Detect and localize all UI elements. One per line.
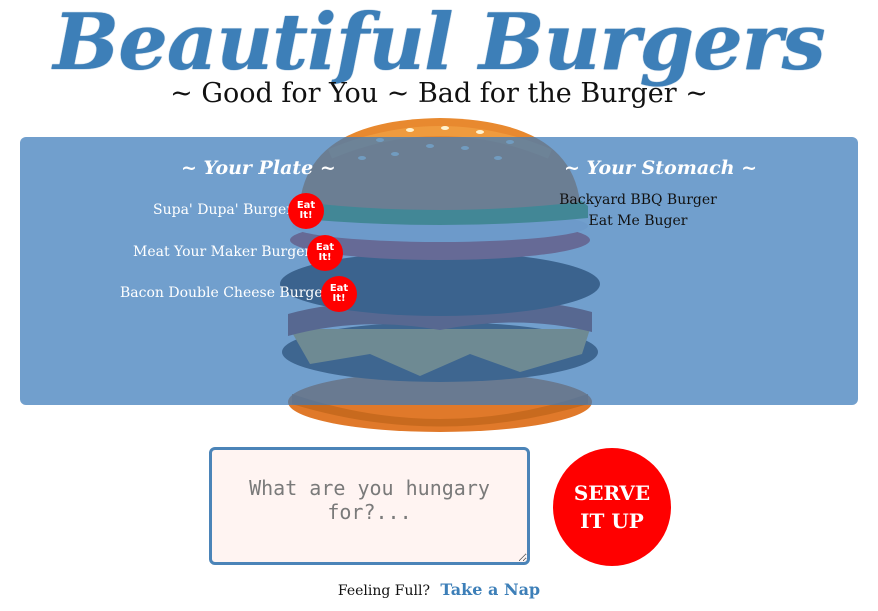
stomach-item: Backyard BBQ Burger [559,192,717,208]
plate-heading: ~ Your Plate ~ [181,157,336,179]
feeling-full-label: Feeling Full? [337,583,430,599]
burger-name-input[interactable] [209,447,530,565]
stomach-heading: ~ Your Stomach ~ [564,157,758,179]
stomach-item: Eat Me Buger [588,213,688,229]
plate-item-name: Supa' Dupa' Burger [153,202,293,218]
eat-it-button[interactable]: Eat It! [288,193,324,229]
page-title: Beautiful Burgers [53,0,825,88]
serve-it-up-button[interactable]: SERVE IT UP [553,448,671,566]
page-subtitle: ~ Good for You ~ Bad for the Burger ~ [170,78,708,109]
plate-item-name: Bacon Double Cheese Burger [120,285,330,301]
eat-it-button[interactable]: Eat It! [307,235,343,271]
plate-item-name: Meat Your Maker Burger [133,244,312,260]
eat-it-button[interactable]: Eat It! [321,276,357,312]
take-a-nap-link[interactable]: Take a Nap [440,580,540,599]
footer: Feeling Full? Take a Nap [0,580,878,599]
page: Beautiful Burgers ~ Good for You ~ Bad f… [0,0,878,611]
